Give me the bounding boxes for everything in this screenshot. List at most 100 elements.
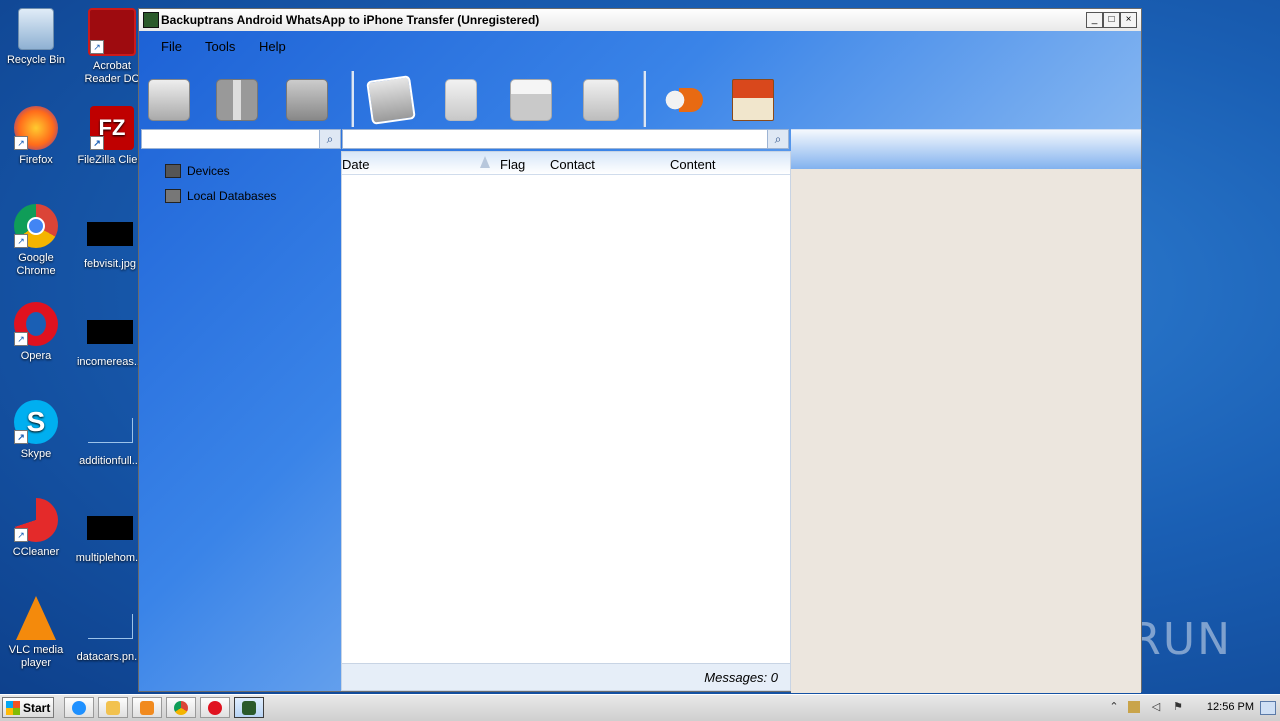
register-key-icon xyxy=(663,88,703,112)
desktop-icon-label: Acrobat Reader DC xyxy=(84,60,140,85)
desktop-icon-skype[interactable]: S ↗ Skype xyxy=(0,400,72,461)
database-icon xyxy=(165,189,181,203)
desktop-icon-opera[interactable]: ↗ Opera xyxy=(0,302,72,363)
close-button[interactable]: × xyxy=(1120,12,1137,28)
filezilla-icon: FZ ↗ xyxy=(90,106,134,150)
firefox-icon: ↗ xyxy=(14,106,58,150)
action-center-flag-icon[interactable]: ⚑ xyxy=(1172,701,1184,713)
backup-button[interactable] xyxy=(143,75,195,125)
database-to-phone-icon xyxy=(286,79,328,121)
desktop-icon-vlc[interactable]: VLC media player xyxy=(0,596,72,670)
title-bar[interactable]: Backuptrans Android WhatsApp to iPhone T… xyxy=(139,9,1141,32)
column-date[interactable]: Date xyxy=(342,157,369,172)
volume-icon[interactable]: ◁ xyxy=(1150,701,1162,713)
export-photos-icon xyxy=(366,75,416,125)
media-player-icon xyxy=(140,700,154,715)
show-hidden-icons-icon[interactable]: ⌃ xyxy=(1108,701,1120,713)
search-icon: ⌕ xyxy=(326,132,334,146)
export-photos-button[interactable] xyxy=(365,75,417,125)
desktop-icon-label: Skype xyxy=(20,448,52,460)
shortcut-arrow-icon: ↗ xyxy=(14,430,28,444)
message-list-header: Date Flag Contact Content xyxy=(342,152,790,175)
network-icon[interactable] xyxy=(1128,701,1140,713)
recycle-bin-icon xyxy=(18,8,54,50)
acrobat-icon: ↗ xyxy=(88,8,136,56)
taskbar-explorer[interactable] xyxy=(98,697,128,718)
shortcut-arrow-icon: ↗ xyxy=(14,136,28,150)
minimize-button[interactable]: _ xyxy=(1086,12,1103,28)
recycle-bin-icon xyxy=(583,79,619,121)
desktop-file-multiplehom[interactable]: multiplehom... xyxy=(74,506,146,565)
desktop-icon-firefox[interactable]: ↗ Firefox xyxy=(0,106,72,167)
maximize-button[interactable]: □ xyxy=(1103,12,1120,28)
column-content[interactable]: Content xyxy=(670,157,716,172)
system-tray: ⌃ ◁ ⚑ 12:56 PM xyxy=(1102,695,1280,721)
desktop-icon-label: Google Chrome xyxy=(16,252,56,277)
internet-explorer-icon xyxy=(72,700,86,715)
desktop-icon-chrome[interactable]: ↗ Google Chrome xyxy=(0,204,72,278)
taskbar-opera[interactable] xyxy=(200,697,230,718)
desktop-icon-label: FileZilla Client xyxy=(77,154,147,166)
backup-to-database-icon xyxy=(148,79,190,121)
show-desktop-button[interactable] xyxy=(1260,701,1276,715)
tree-node-local-databases[interactable]: Local Databases xyxy=(165,188,276,204)
tree-node-devices[interactable]: Devices xyxy=(165,163,230,179)
clock[interactable]: 12:56 PM xyxy=(1207,701,1254,713)
toolbar-separator xyxy=(643,71,646,127)
message-search-button[interactable]: ⌕ xyxy=(767,129,789,149)
tree-node-label: Devices xyxy=(187,164,230,178)
desktop-file-incomereas[interactable]: incomereas... xyxy=(74,310,146,369)
menu-help[interactable]: Help xyxy=(259,39,286,54)
desktop-icon-label: Recycle Bin xyxy=(6,54,66,66)
desktop-icon-label: multiplehom... xyxy=(75,552,145,564)
print-button[interactable] xyxy=(505,75,557,125)
taskbar-media-player[interactable] xyxy=(132,697,162,718)
vlc-icon xyxy=(16,596,56,640)
taskbar-backuptrans[interactable] xyxy=(234,697,264,718)
column-flag[interactable]: Flag xyxy=(500,157,525,172)
shortcut-arrow-icon: ↗ xyxy=(14,234,28,248)
app-body: File Tools Help ⌕ Devices Local Database… xyxy=(139,31,1141,693)
start-label: Start xyxy=(23,700,51,715)
chrome-icon: ↗ xyxy=(14,204,58,248)
folder-icon xyxy=(106,700,120,715)
desktop-icon-ccleaner[interactable]: ↗ CCleaner xyxy=(0,498,72,559)
desktop-file-datacars[interactable]: datacars.pn... xyxy=(74,604,146,664)
desktop-file-additionfull[interactable]: additionfull... xyxy=(74,408,146,468)
shortcut-arrow-icon: ↗ xyxy=(14,528,28,542)
desktop-icon-label: CCleaner xyxy=(12,546,60,558)
skype-icon: S ↗ xyxy=(14,400,58,444)
device-tree: Devices Local Databases xyxy=(141,151,341,691)
tree-node-label: Local Databases xyxy=(187,189,277,203)
taskbar-chrome[interactable] xyxy=(166,697,196,718)
export-document-button[interactable] xyxy=(435,75,487,125)
app-icon xyxy=(143,12,159,28)
shortcut-arrow-icon: ↗ xyxy=(90,40,104,54)
file-thumbnail xyxy=(87,222,133,246)
column-contact[interactable]: Contact xyxy=(550,157,595,172)
detail-panel xyxy=(791,169,1141,693)
taskbar-ie[interactable] xyxy=(64,697,94,718)
menu-file[interactable]: File xyxy=(161,39,182,54)
desktop-icon-label: Firefox xyxy=(19,154,53,166)
restore-button[interactable] xyxy=(281,75,333,125)
file-thumbnail xyxy=(87,418,133,443)
export-document-icon xyxy=(445,79,477,121)
tree-search-button[interactable]: ⌕ xyxy=(319,129,341,149)
delete-button[interactable] xyxy=(575,75,627,125)
file-thumbnail xyxy=(87,516,133,540)
chrome-icon xyxy=(174,700,188,715)
menu-tools[interactable]: Tools xyxy=(205,39,235,54)
tree-search-input[interactable] xyxy=(141,129,339,149)
message-search-input[interactable] xyxy=(342,129,768,149)
desktop-file-febvisit[interactable]: febvisit.jpg xyxy=(74,212,146,271)
register-button[interactable] xyxy=(657,75,709,125)
opera-icon xyxy=(208,700,222,715)
start-button[interactable]: Start xyxy=(2,697,54,718)
desktop-icon-recycle-bin[interactable]: Recycle Bin xyxy=(0,8,72,67)
home-button[interactable] xyxy=(727,75,779,125)
toolbar xyxy=(139,67,1141,131)
file-thumbnail xyxy=(87,614,133,639)
opera-icon: ↗ xyxy=(14,302,58,346)
transfer-button[interactable] xyxy=(211,75,263,125)
